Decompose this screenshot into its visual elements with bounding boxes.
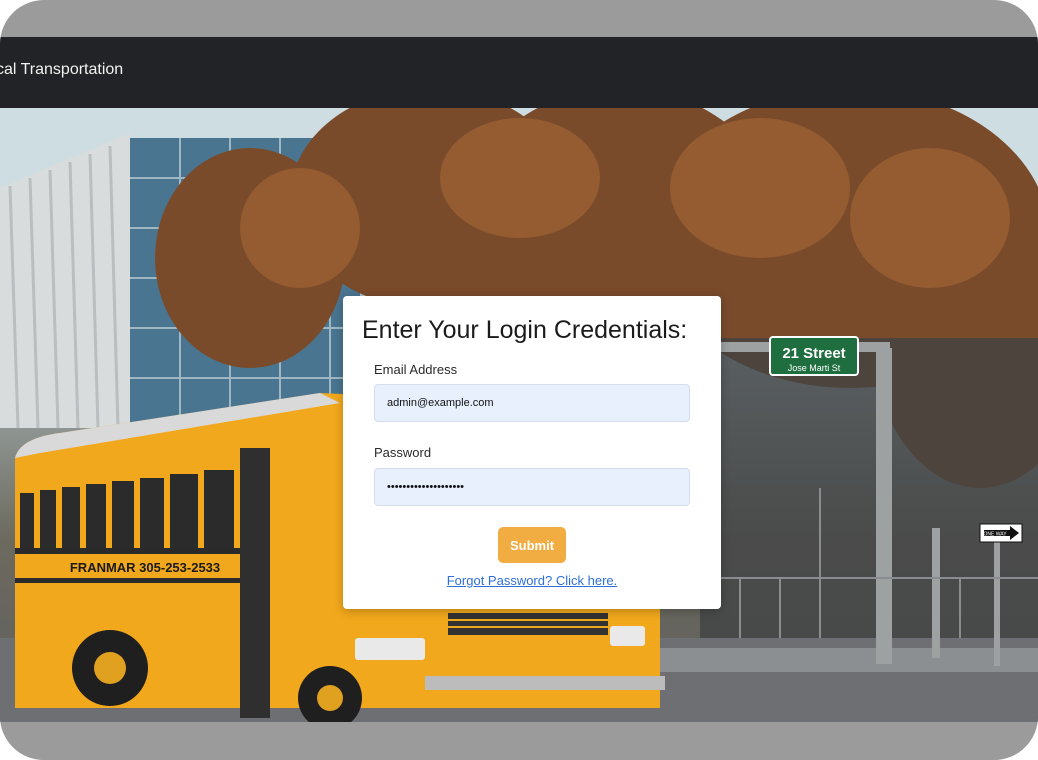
street-sign-line2: Jose Marti St [788, 363, 841, 373]
bus-lettering: FRANMAR 305-253-2533 [70, 560, 220, 575]
bottom-band [0, 722, 1038, 760]
submit-button[interactable]: Submit [498, 527, 566, 563]
navbar: tical Transportation [0, 37, 1038, 108]
email-input[interactable] [374, 384, 690, 422]
email-label: Email Address [374, 362, 458, 377]
one-way-sign-text: ONE WAY [983, 532, 1007, 538]
password-input[interactable] [374, 468, 690, 506]
forgot-password-link[interactable]: Forgot Password? Click here. [343, 573, 721, 588]
browser-frame: tical Transportation 21 Street Jose Mart… [0, 0, 1038, 760]
street-sign-line1: 21 Street [782, 345, 845, 362]
password-label: Password [374, 445, 432, 460]
login-title: Enter Your Login Credentials: [362, 316, 688, 344]
navbar-brand[interactable]: tical Transportation [0, 61, 123, 79]
login-card: Enter Your Login Credentials: Email Addr… [343, 296, 721, 609]
